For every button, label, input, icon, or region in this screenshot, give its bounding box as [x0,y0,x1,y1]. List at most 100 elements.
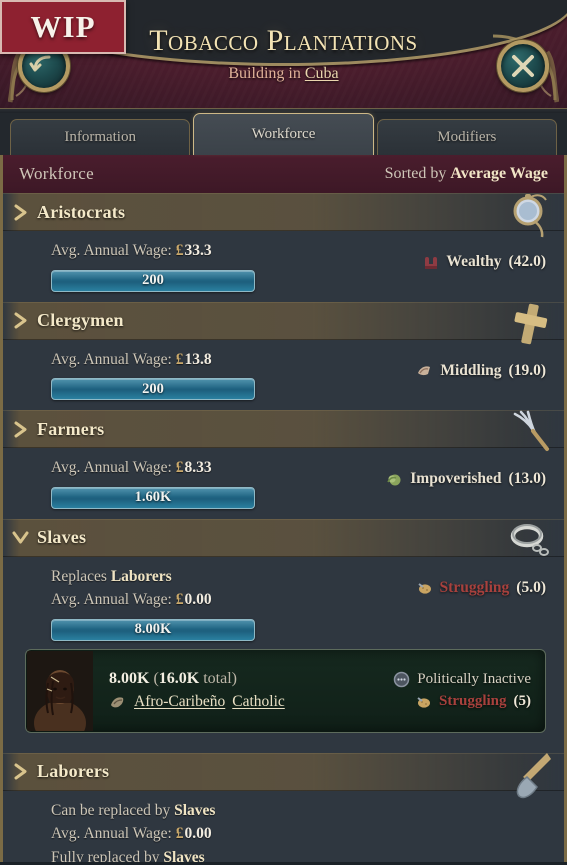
tab-bar: Information Workforce Modifiers [0,113,567,155]
workforce-panel: Workforce Sorted by Average Wage Aristoc… [0,155,567,865]
building-panel: Tobacco Plantations Building in Cuba WIP… [0,0,567,865]
sort-value: Average Wage [450,165,548,182]
population-bar-farmers[interactable]: 1.60K [51,486,255,509]
pop-politics: Politically Inactive [393,671,531,688]
status-farmers: Impoverished (13.0) [386,470,546,488]
workforce-group-clergymen: Clergymen Avg. Annual Wage: £13.8 200 Mi… [3,301,564,411]
can-be-replaced-value[interactable]: Slaves [174,802,215,819]
close-icon [512,55,534,77]
pop-identity-line: Afro-Caribeño Catholic [109,693,393,711]
wage-label: Avg. Annual Wage: [51,459,172,477]
pop-politics-label: Politically Inactive [417,671,531,688]
group-name-aristocrats: Aristocrats [37,201,126,222]
currency-icon: £ [175,825,184,843]
bread-icon [416,362,433,379]
workforce-group-aristocrats: Aristocrats Avg. Annual Wage: £33.3 200 … [3,193,564,302]
status-value-aristocrats: (42.0) [508,253,546,270]
pop-card-main: 8.00K (16.0K total) Afro-Caribeño Cathol… [93,670,393,711]
tab-modifiers[interactable]: Modifiers [376,119,557,155]
subtitle-location-link[interactable]: Cuba [305,65,339,82]
currency-icon: £ [175,350,184,368]
wage-label: Avg. Annual Wage: [51,350,172,368]
sort-control[interactable]: Sorted by Average Wage [385,165,548,183]
wip-badge: WIP [0,0,126,54]
wage-line-laborers: Avg. Annual Wage: £0.00 [51,822,546,846]
status-label-aristocrats: Wealthy [446,253,502,270]
population-value-slaves: 8.00K [134,621,172,638]
workforce-list: Aristocrats Avg. Annual Wage: £33.3 200 … [3,193,564,865]
replaces-value[interactable]: Laborers [111,568,172,585]
workforce-list-header: Workforce Sorted by Average Wage [3,155,564,194]
pop-wealth: Struggling (5) [415,693,531,710]
population-bar-clergymen[interactable]: 200 [51,378,255,401]
population-bar-aristocrats[interactable]: 200 [51,269,255,292]
header-ornament-right [487,26,559,104]
tab-workforce[interactable]: Workforce [193,113,374,155]
wip-badge-label: WIP [30,9,96,44]
status-value-clergymen: (19.0) [508,361,546,379]
workforce-group-farmers: Farmers Avg. Annual Wage: £8.33 1.60K Im… [3,410,564,519]
wage-label: Avg. Annual Wage: [51,825,172,843]
group-header-slaves[interactable]: Slaves [3,518,564,557]
pop-card[interactable]: 8.00K (16.0K total) Afro-Caribeño Cathol… [25,648,546,733]
status-slaves: Struggling (5.0) [416,579,546,597]
group-name-clergymen: Clergymen [37,310,124,331]
group-header-clergymen[interactable]: Clergymen [3,301,564,344]
status-aristocrats: Wealthy (42.0) [422,253,546,271]
wage-line-clergymen: Avg. Annual Wage: £13.8 [51,348,416,372]
population-value-farmers: 1.60K [134,489,172,506]
potato-icon [416,579,433,596]
workforce-group-laborers: Laborers Can be replaced by Slaves Avg. … [3,752,564,865]
sort-prefix: Sorted by [384,165,451,182]
culture-icon [109,694,127,710]
close-button[interactable] [497,40,549,92]
chevron-right-icon [3,312,37,329]
group-name-laborers: Laborers [37,761,110,782]
status-label-slaves: Struggling [439,578,510,596]
replaces-prefix: Replaces [51,567,111,585]
can-be-replaced-line: Can be replaced by Slaves [51,799,546,823]
population-value-clergymen: 200 [142,380,164,397]
tab-workforce-label: Workforce [251,126,316,142]
wage-value-laborers: 0.00 [184,825,212,843]
workforce-list-title: Workforce [19,164,94,183]
group-header-aristocrats[interactable]: Aristocrats [3,193,564,238]
portrait-figure-icon [27,650,93,731]
tab-modifiers-label: Modifiers [437,129,497,145]
pop-total-value: 16.0K [158,670,200,688]
group-body-farmers: Avg. Annual Wage: £8.33 1.60K Impoverish… [3,448,564,519]
status-label-farmers: Impoverished [410,470,502,488]
wage-label: Avg. Annual Wage: [51,591,172,609]
group-body-laborers: Can be replaced by Slaves Avg. Annual Wa… [3,791,564,865]
pop-total-suffix: total) [199,670,237,688]
armchair-icon [422,254,439,271]
group-body-clergymen: Avg. Annual Wage: £13.8 200 Middling (19… [3,340,564,411]
status-value-farmers: (13.0) [508,470,546,488]
tab-information-label: Information [64,129,136,145]
wage-value-slaves: 0.00 [184,591,212,609]
pop-count-line: 8.00K (16.0K total) [109,670,393,688]
group-body-aristocrats: Avg. Annual Wage: £33.3 200 Wealthy (42.… [3,231,564,302]
status-clergymen: Middling (19.0) [416,362,546,380]
chevron-right-icon [3,204,37,221]
status-label-clergymen: Middling [440,361,502,379]
replaces-line-slaves: Replaces Laborers [51,565,416,589]
pop-card-status: Politically Inactive Struggling (5) [393,671,545,710]
potato-icon [415,693,432,710]
population-bar-slaves[interactable]: 8.00K [51,618,255,641]
tab-information[interactable]: Information [10,119,191,155]
pop-religion-link[interactable]: Catholic [232,693,285,711]
chevron-down-icon [3,530,37,545]
currency-icon: £ [175,242,184,259]
currency-icon: £ [175,459,184,477]
wage-label: Avg. Annual Wage: [51,242,172,259]
group-header-laborers[interactable]: Laborers [3,752,564,798]
group-header-farmers[interactable]: Farmers [3,410,564,452]
currency-icon: £ [175,591,184,609]
pop-culture-link[interactable]: Afro-Caribeño [134,693,225,711]
wage-value-farmers: 8.33 [184,459,212,477]
status-value-slaves: (5.0) [516,578,546,596]
pop-portrait-afro-caribbean [27,650,93,731]
chevron-right-icon [3,421,37,438]
wage-value-clergymen: 13.8 [184,350,212,368]
